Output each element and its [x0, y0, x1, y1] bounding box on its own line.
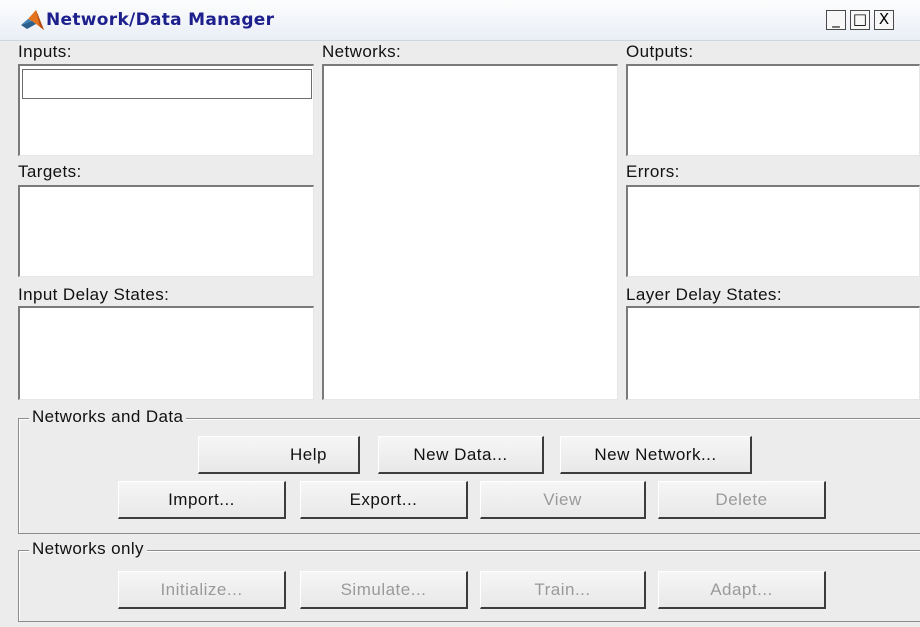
networks-listbox[interactable]	[322, 64, 618, 400]
export-button[interactable]: Export...	[300, 481, 468, 519]
errors-label: Errors:	[626, 162, 680, 181]
targets-label: Targets:	[18, 162, 82, 181]
help-button[interactable]: Help	[198, 436, 360, 474]
window-title: Network/Data Manager	[46, 10, 275, 30]
inputs-selected-item[interactable]	[22, 69, 312, 99]
networks-label: Networks:	[322, 42, 402, 61]
matlab-logo-icon	[21, 10, 44, 30]
layer-delay-states-listbox[interactable]	[626, 306, 920, 400]
layer-delay-states-label: Layer Delay States:	[626, 285, 782, 304]
targets-listbox[interactable]	[18, 185, 314, 277]
input-delay-states-label: Input Delay States:	[18, 285, 170, 304]
input-delay-states-listbox[interactable]	[18, 306, 314, 400]
networks-and-data-title: Networks and Data	[29, 407, 187, 427]
import-button[interactable]: Import...	[118, 481, 286, 519]
simulate-button[interactable]: Simulate...	[300, 571, 468, 609]
errors-listbox[interactable]	[626, 185, 920, 277]
new-data-button[interactable]: New Data...	[378, 436, 544, 474]
inputs-label: Inputs:	[18, 42, 72, 61]
maximize-button[interactable]: □	[850, 10, 870, 30]
networks-only-title: Networks only	[29, 539, 147, 559]
train-button[interactable]: Train...	[480, 571, 646, 609]
network-data-manager-window: Network/Data Manager _ □ X Inputs: Targe…	[0, 0, 920, 627]
new-network-button[interactable]: New Network...	[560, 436, 752, 474]
outputs-listbox[interactable]	[626, 64, 920, 156]
inputs-listbox[interactable]	[18, 64, 314, 156]
minimize-button[interactable]: _	[826, 10, 846, 30]
close-button[interactable]: X	[874, 10, 894, 30]
help-button-label: Help	[290, 444, 327, 464]
view-button[interactable]: View	[480, 481, 646, 519]
adapt-button[interactable]: Adapt...	[658, 571, 826, 609]
outputs-label: Outputs:	[626, 42, 694, 61]
title-bar[interactable]: Network/Data Manager _ □ X	[0, 0, 920, 41]
initialize-button[interactable]: Initialize...	[118, 571, 286, 609]
delete-button[interactable]: Delete	[658, 481, 826, 519]
